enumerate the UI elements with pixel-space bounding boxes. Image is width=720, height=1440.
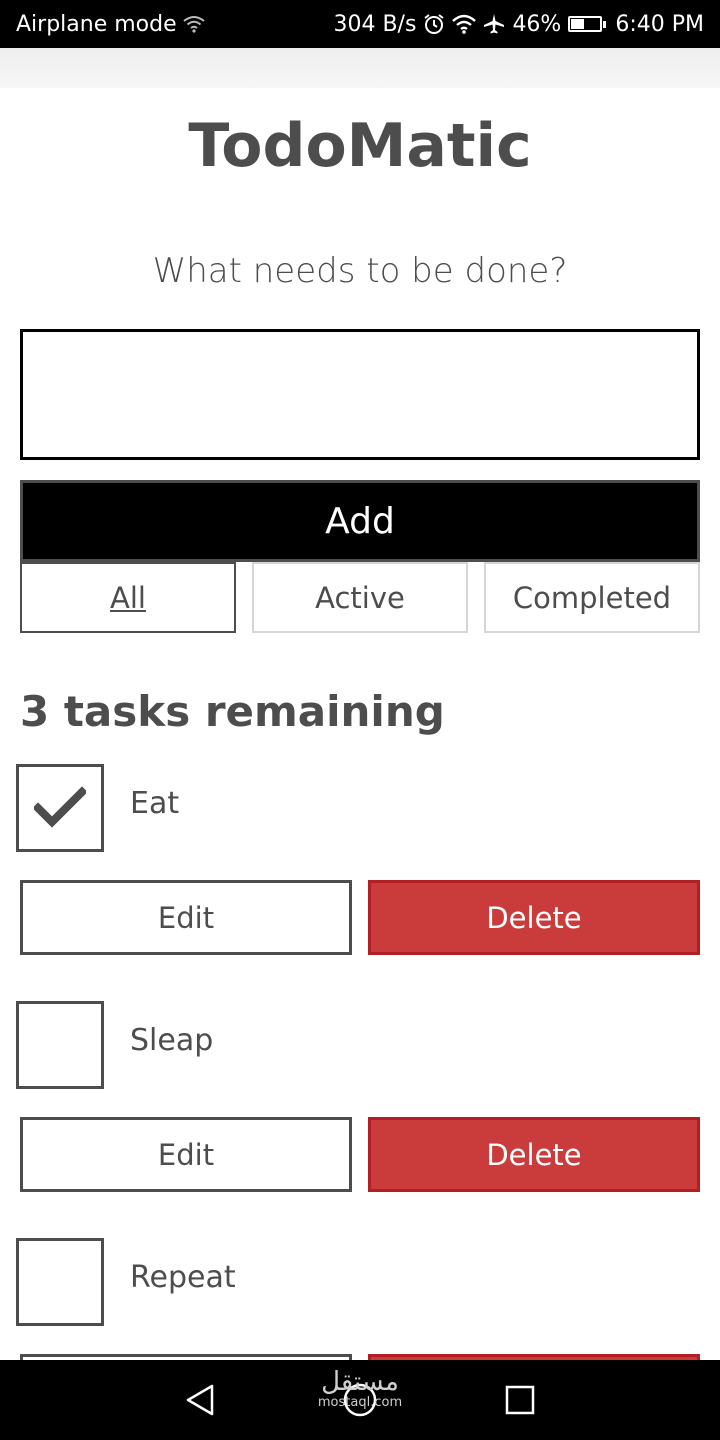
filter-active-button[interactable]: Active (252, 562, 468, 633)
checkmark-icon (34, 786, 86, 828)
new-todo-input[interactable] (20, 329, 700, 460)
todo-label: Sleap (130, 1023, 214, 1058)
todo-label: Eat (130, 786, 180, 821)
delete-button[interactable]: Delete (368, 1117, 700, 1192)
battery-icon (568, 16, 607, 32)
delete-button[interactable]: Delete (368, 880, 700, 955)
browser-top-strip (0, 48, 720, 88)
battery-percent: 46% (512, 11, 562, 37)
alarm-icon (423, 13, 445, 35)
app-title: TodoMatic (188, 111, 532, 181)
todo-checkbox[interactable] (16, 764, 104, 852)
watermark: مستقل mostaql.com (300, 1368, 420, 1410)
filter-completed-button[interactable]: Completed (484, 562, 700, 633)
status-right: 304 B/s 46% 6:40 PM (333, 12, 704, 37)
todo-item: Sleap Edit Delete (0, 1001, 720, 1201)
back-button[interactable] (180, 1380, 220, 1420)
filter-all-button[interactable]: All (20, 562, 236, 633)
todo-label: Repeat (130, 1260, 236, 1295)
status-bar: Airplane mode 304 B/s 46% 6:40 PM (0, 0, 720, 48)
watermark-site: mostaql.com (317, 1395, 403, 1410)
clock: 6:40 PM (615, 11, 704, 37)
watermark-arabic: مستقل (321, 1367, 399, 1397)
battery-fill (571, 19, 585, 29)
todo-checkbox[interactable] (16, 1001, 104, 1089)
status-left: Airplane mode (16, 12, 205, 37)
add-button[interactable]: Add (20, 480, 700, 562)
tasks-remaining-heading: 3 tasks remaining (20, 687, 445, 736)
new-todo-label: What needs to be done? (152, 251, 568, 291)
todo-item: Eat Edit Delete (0, 764, 720, 964)
network-speed: 304 B/s (333, 11, 417, 37)
todo-checkbox[interactable] (16, 1238, 104, 1326)
airplane-mode-text: Airplane mode (16, 11, 177, 37)
back-triangle-icon (186, 1384, 214, 1416)
edit-button[interactable]: Edit (20, 880, 352, 955)
edit-button[interactable]: Edit (20, 1117, 352, 1192)
recents-square-icon (505, 1385, 535, 1415)
wifi-icon (452, 14, 477, 34)
filter-group: All Active Completed (20, 562, 700, 633)
wifi-disabled-icon (183, 15, 205, 33)
airplane-icon (483, 13, 505, 35)
recents-button[interactable] (500, 1380, 540, 1420)
